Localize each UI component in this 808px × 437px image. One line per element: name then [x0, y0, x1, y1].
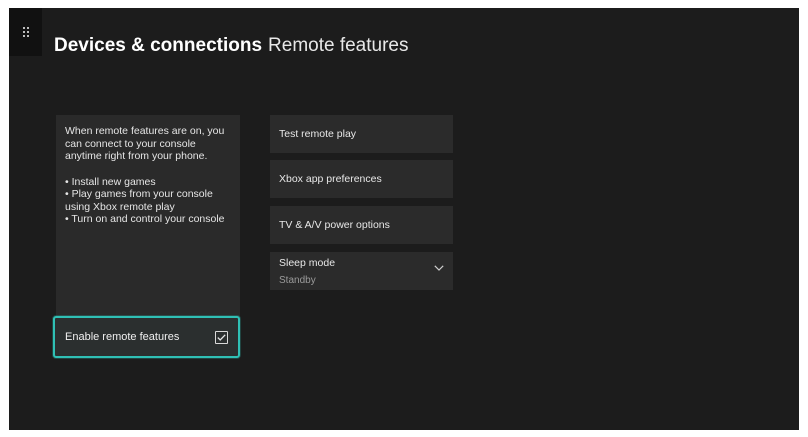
- info-bullet: • Install new games: [65, 175, 156, 188]
- remote-features-info-panel: When remote features are on, you can con…: [56, 115, 240, 319]
- info-bullet: • Turn on and control your console: [65, 213, 225, 225]
- grip-dots-icon: [22, 27, 29, 37]
- chevron-down-icon: [434, 265, 444, 271]
- page-header: Devices & connections Remote features: [54, 34, 409, 58]
- test-remote-play-button[interactable]: Test remote play: [270, 115, 453, 153]
- guide-button[interactable]: [9, 8, 42, 56]
- info-bullet: • Play games from your console using Xbo…: [65, 188, 213, 213]
- screen: Devices & connections Remote features Whe…: [9, 8, 799, 430]
- enable-remote-features-toggle[interactable]: Enable remote features: [53, 316, 240, 358]
- checkbox-checked-icon[interactable]: [215, 330, 228, 344]
- menu-item-label: Test remote play: [279, 128, 357, 140]
- page-title: Remote features: [268, 35, 409, 56]
- tv-av-power-options-button[interactable]: TV & A/V power options: [270, 206, 453, 244]
- sleep-mode-label: Sleep mode: [279, 257, 336, 269]
- sleep-mode-value: Standby: [279, 275, 316, 286]
- section-title: Devices & connections: [54, 35, 263, 56]
- info-bullet-list: • Install new games • Play games from yo…: [65, 176, 232, 226]
- enable-remote-features-label: Enable remote features: [65, 331, 180, 343]
- menu-item-label: TV & A/V power options: [279, 219, 390, 231]
- xbox-app-preferences-button[interactable]: Xbox app preferences: [270, 160, 453, 198]
- menu-item-label: Xbox app preferences: [279, 173, 382, 185]
- sleep-mode-dropdown[interactable]: Sleep mode Standby: [270, 252, 453, 290]
- info-intro: When remote features are on, you can con…: [65, 125, 225, 162]
